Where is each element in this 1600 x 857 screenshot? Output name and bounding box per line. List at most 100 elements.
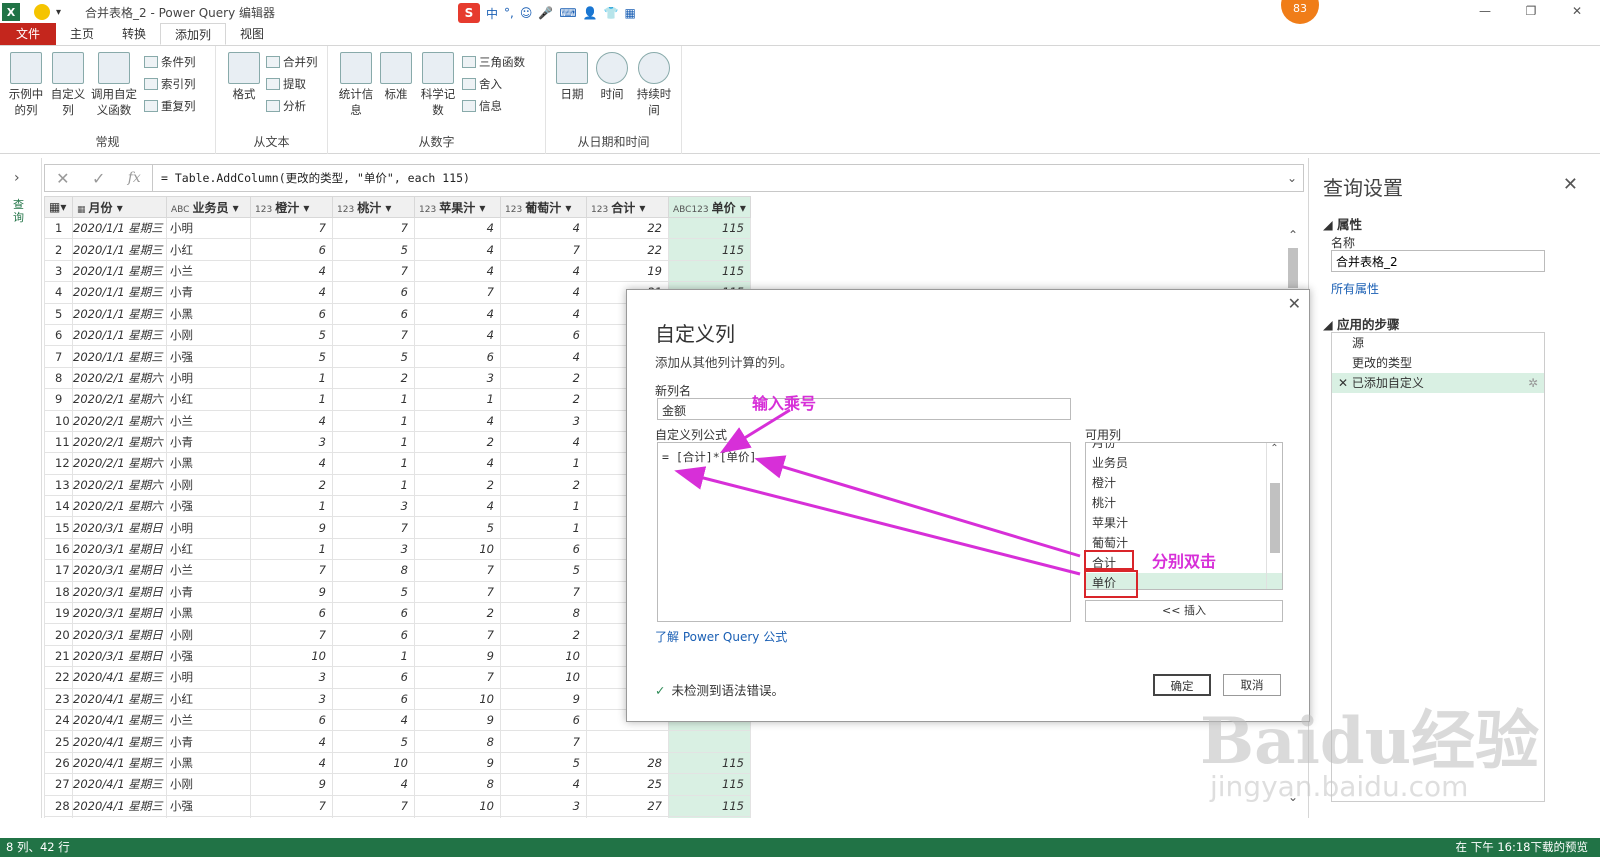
step-settings-gear-icon[interactable]: ✲	[1528, 373, 1538, 393]
table-cell[interactable]: 9	[500, 687, 587, 710]
cancel-formula-icon[interactable]: ✕	[56, 169, 69, 188]
table-cell[interactable]: 小黑	[166, 602, 251, 625]
table-cell[interactable]: 4	[500, 259, 587, 283]
table-cell[interactable]: 4	[500, 773, 587, 796]
ime-lang[interactable]: 中	[486, 5, 498, 22]
table-cell[interactable]: 7	[414, 281, 501, 304]
table-cell[interactable]: 2020/1/1 星期三	[72, 323, 167, 347]
table-cell[interactable]: 1	[332, 430, 415, 454]
table-cell[interactable]: 6	[250, 302, 333, 325]
table-cell[interactable]: 小刚	[166, 623, 251, 646]
queries-label[interactable]: 查询	[13, 198, 27, 224]
time-button[interactable]: 时间	[590, 52, 634, 102]
columns-scroll-thumb[interactable]	[1270, 483, 1280, 553]
table-cell[interactable]: 2020/3/1 星期日	[72, 644, 167, 668]
available-col-month[interactable]: 月份	[1086, 443, 1282, 453]
table-cell[interactable]: 2020/2/1 星期六	[72, 430, 167, 454]
table-cell[interactable]: 2020/4/1 星期三	[72, 666, 167, 689]
table-cell[interactable]: 6	[500, 537, 587, 561]
table-cell[interactable]: 115	[668, 794, 751, 817]
table-cell[interactable]: 2020/3/1 星期日	[72, 623, 167, 646]
step-source[interactable]: 源	[1332, 333, 1544, 353]
available-col-salesperson[interactable]: 业务员	[1086, 453, 1282, 473]
statistics-button[interactable]: 统计信息	[334, 52, 378, 118]
table-cell[interactable]: 3	[500, 409, 587, 432]
table-cell[interactable]: 7	[332, 516, 415, 539]
table-cell[interactable]: 2	[414, 430, 501, 454]
table-cell[interactable]: 3	[500, 794, 587, 817]
table-cell[interactable]	[668, 730, 751, 753]
table-cell[interactable]: 10	[414, 537, 501, 561]
dialog-close-icon[interactable]: ✕	[1288, 294, 1301, 313]
table-cell[interactable]: 8	[414, 773, 501, 796]
table-cell[interactable]: 22	[586, 216, 669, 240]
table-cell[interactable]: 小红	[166, 388, 251, 411]
close-query-settings-icon[interactable]: ✕	[1563, 174, 1578, 195]
table-cell[interactable]: 小黑	[166, 751, 251, 775]
table-cell[interactable]: 7	[414, 559, 501, 582]
step-changed-type[interactable]: 更改的类型	[1332, 353, 1544, 373]
minimize-button[interactable]: —	[1462, 0, 1508, 24]
table-cell[interactable]: 4	[414, 302, 501, 325]
table-cell[interactable]: 7	[414, 623, 501, 646]
table-cell[interactable]: 小兰	[166, 409, 251, 432]
table-cell[interactable]: 4	[414, 216, 501, 240]
format-button[interactable]: 格式	[222, 52, 266, 102]
table-cell[interactable]: 115	[668, 751, 751, 775]
tab-transform[interactable]: 转换	[108, 23, 160, 45]
scroll-thumb[interactable]	[1288, 248, 1298, 288]
table-cell[interactable]: 2020/1/1 星期三	[72, 345, 167, 368]
table-cell[interactable]: 5	[414, 516, 501, 539]
ime-user-icon[interactable]: 👤	[583, 6, 598, 20]
table-cell[interactable]: 2	[500, 623, 587, 646]
table-cell[interactable]: 2020/2/1 星期六	[72, 409, 167, 432]
tab-home[interactable]: 主页	[56, 23, 108, 45]
table-cell[interactable]: 5	[332, 730, 415, 753]
ime-keyboard-icon[interactable]: ⌨	[559, 6, 576, 20]
delete-step-icon[interactable]: ✕	[1338, 376, 1352, 390]
table-cell[interactable]: 2020/3/1 星期日	[72, 537, 167, 561]
date-button[interactable]: 日期	[550, 52, 594, 102]
trig-button[interactable]: 三角函数	[462, 52, 525, 72]
available-col-orange[interactable]: 橙汁	[1086, 473, 1282, 493]
tab-file[interactable]: 文件	[0, 23, 56, 45]
sogou-icon[interactable]: S	[458, 3, 480, 23]
table-cell[interactable]: 115	[668, 259, 751, 283]
table-cell[interactable]: 5	[332, 238, 415, 261]
table-cell[interactable]: 2020/4/1 星期三	[72, 751, 167, 775]
query-name-input[interactable]	[1331, 250, 1545, 272]
table-cell[interactable]: 6	[414, 345, 501, 368]
table-cell[interactable]: 7	[250, 623, 333, 646]
table-cell[interactable]: 1	[332, 452, 415, 475]
table-cell[interactable]: 7	[250, 794, 333, 817]
custom-formula-input[interactable]: = [合计]*[单价]	[657, 442, 1071, 622]
table-cell[interactable]: 7	[332, 259, 415, 283]
table-row[interactable]: 1 2020/1/1 星期三 小明 7 7 4 4 22 115	[44, 216, 751, 240]
table-cell[interactable]: 小强	[166, 495, 251, 518]
table-cell[interactable]: 小兰	[166, 259, 251, 283]
table-menu-icon[interactable]: ▦▾	[44, 196, 73, 218]
properties-section[interactable]: ◢ 属性	[1323, 214, 1362, 233]
col-header-price[interactable]: ABC123 单价 ▾	[668, 196, 751, 218]
table-cell[interactable]: 小强	[166, 345, 251, 368]
col-header-salesperson[interactable]: ABC 业务员 ▾	[166, 196, 251, 218]
table-cell[interactable]: 小明	[166, 666, 251, 689]
new-column-name-input[interactable]: 金额	[657, 398, 1071, 420]
table-cell[interactable]: 2020/3/1 星期日	[72, 559, 167, 582]
table-cell[interactable]: 4	[250, 452, 333, 475]
table-cell[interactable]: 6	[332, 302, 415, 325]
table-cell[interactable]: 9	[414, 644, 501, 668]
table-cell[interactable]: 3	[332, 537, 415, 561]
table-cell[interactable]: 6	[332, 281, 415, 304]
table-row[interactable]: 26 2020/4/1 星期三 小黑 4 10 9 5 28 115	[44, 751, 751, 775]
table-cell[interactable]: 2020/2/1 星期六	[72, 452, 167, 475]
table-cell[interactable]: 2020/2/1 星期六	[72, 495, 167, 518]
table-cell[interactable]: 1	[250, 537, 333, 561]
table-cell[interactable]: 5	[332, 580, 415, 604]
index-column-button[interactable]: 索引列	[144, 74, 196, 94]
qat-dropdown-icon[interactable]: ▾	[56, 7, 61, 18]
table-cell[interactable]: 1	[414, 388, 501, 411]
table-cell[interactable]: 6	[250, 602, 333, 625]
scientific-button[interactable]: 科学记数	[416, 52, 460, 118]
standard-button[interactable]: 标准	[374, 52, 418, 102]
